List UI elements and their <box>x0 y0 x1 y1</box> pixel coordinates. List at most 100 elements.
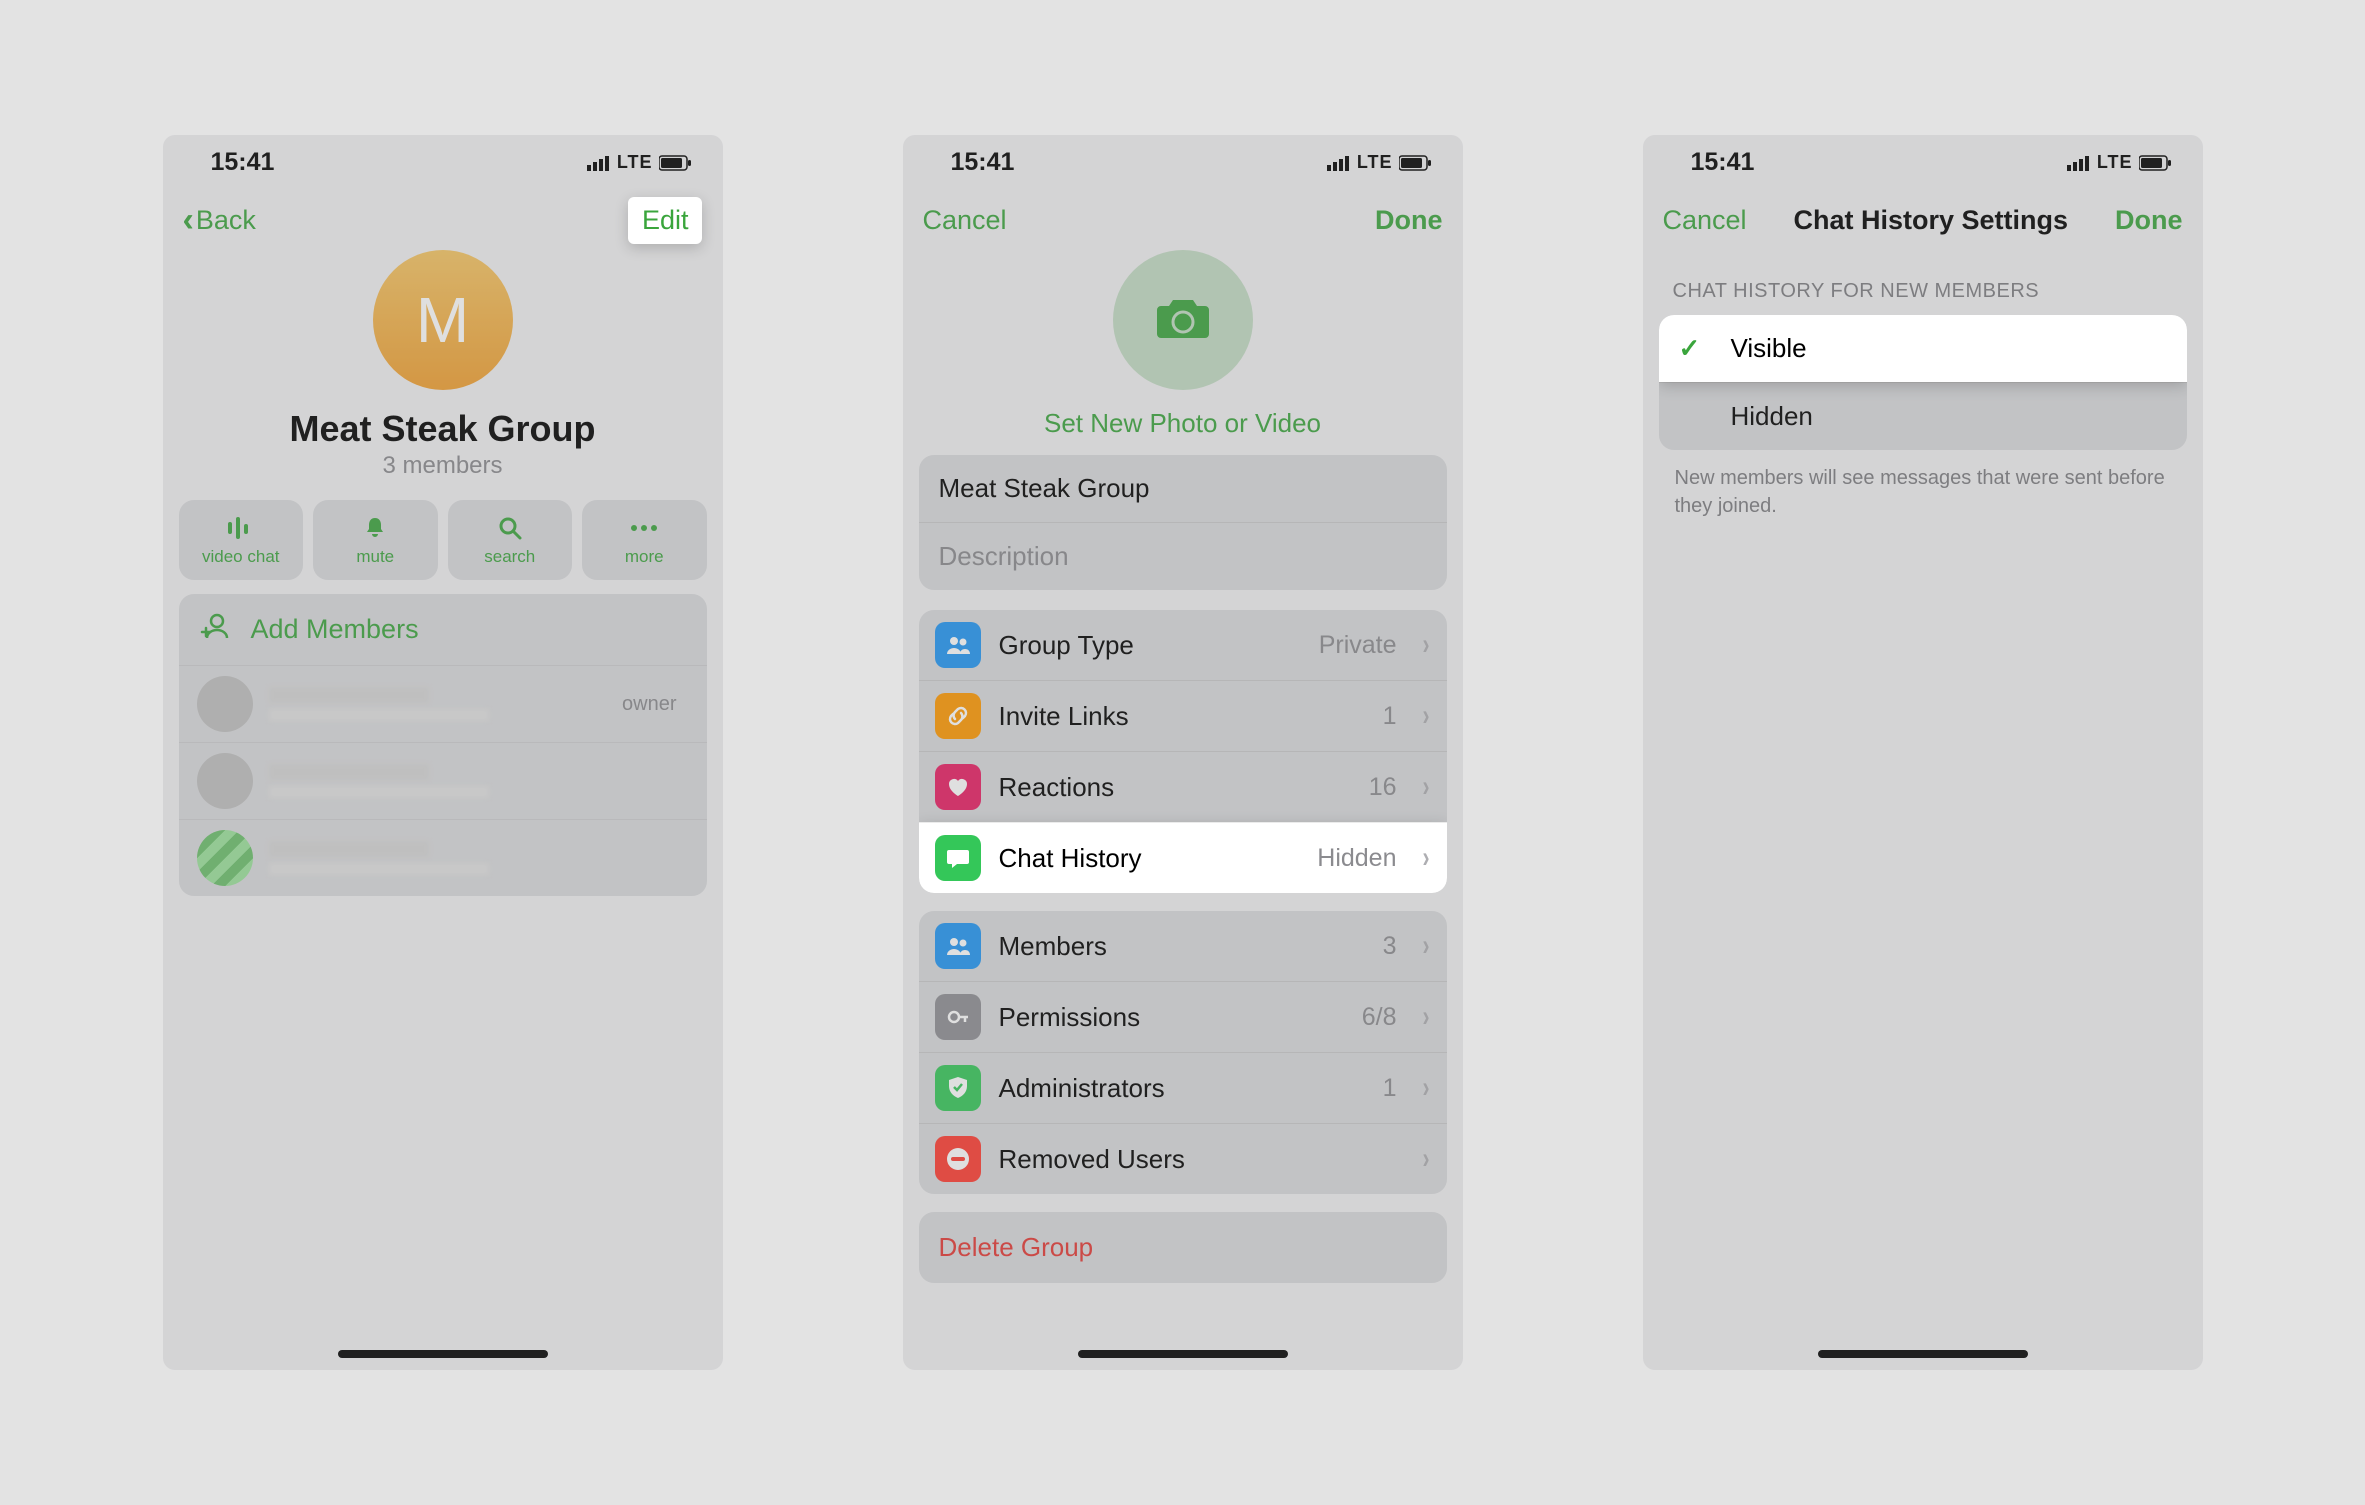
chevron-right-icon: › <box>1422 929 1429 963</box>
row-label: Removed Users <box>999 1144 1379 1175</box>
heart-icon <box>935 764 981 810</box>
member-avatar <box>197 830 253 886</box>
screen-group-edit: 15:41 LTE Cancel Done Set New Photo or V… <box>903 135 1463 1370</box>
action-label: video chat <box>202 547 280 567</box>
home-indicator[interactable] <box>1818 1350 2028 1358</box>
settings-row-invite-links[interactable]: Invite Links1› <box>919 680 1447 751</box>
owner-tag: owner <box>622 693 676 716</box>
set-photo-link[interactable]: Set New Photo or Video <box>903 408 1463 439</box>
status-time: 15:41 <box>211 148 275 177</box>
cellular-signal-icon <box>2067 155 2091 171</box>
back-button[interactable]: ‹ Back <box>183 203 256 237</box>
home-indicator[interactable] <box>338 1350 548 1358</box>
back-label: Back <box>196 205 256 236</box>
row-label: Invite Links <box>999 701 1365 732</box>
battery-icon <box>2139 155 2173 171</box>
nav-bar: Cancel Done <box>903 190 1463 250</box>
cancel-button[interactable]: Cancel <box>923 205 1007 236</box>
link-icon <box>935 693 981 739</box>
home-indicator[interactable] <box>1078 1350 1288 1358</box>
action-search[interactable]: search <box>448 500 573 580</box>
member-row[interactable] <box>179 819 707 896</box>
action-video-chat[interactable]: video chat <box>179 500 304 580</box>
status-bar: 15:41 LTE <box>163 135 723 190</box>
action-more[interactable]: more <box>582 500 707 580</box>
edit-label: Edit <box>642 205 689 235</box>
settings-list-b: Members3›Permissions6/8›Administrators1›… <box>919 911 1447 1194</box>
settings-row-administrators[interactable]: Administrators1› <box>919 1052 1447 1123</box>
done-button[interactable]: Done <box>1375 205 1443 236</box>
member-text <box>269 764 689 798</box>
chevron-right-icon: › <box>1422 1071 1429 1105</box>
screen-chat-history-settings: 15:41 LTE Cancel Chat History Settings D… <box>1643 135 2203 1370</box>
nav-bar: ‹ Back Edit <box>163 190 723 250</box>
option-label: Visible <box>1731 333 1807 364</box>
history-option-list: ✓ Visible Hidden <box>1659 315 2187 450</box>
people-icon <box>935 923 981 969</box>
member-avatar <box>197 676 253 732</box>
network-label: LTE <box>1357 152 1393 173</box>
set-photo-avatar[interactable] <box>1113 250 1253 390</box>
check-icon: ✓ <box>1679 333 1707 364</box>
network-label: LTE <box>617 152 653 173</box>
status-indicators: LTE <box>587 152 693 173</box>
action-label: more <box>625 547 664 567</box>
people-icon <box>935 622 981 668</box>
settings-row-permissions[interactable]: Permissions6/8› <box>919 981 1447 1052</box>
done-label: Done <box>1375 205 1443 236</box>
status-indicators: LTE <box>1327 152 1433 173</box>
cancel-label: Cancel <box>923 205 1007 236</box>
action-row: video chat mute search more <box>163 480 723 594</box>
row-value: 1 <box>1383 1074 1397 1103</box>
chevron-right-icon: › <box>1422 1142 1429 1176</box>
section-footnote: New members will see messages that were … <box>1643 450 2203 534</box>
page-title: Chat History Settings <box>1794 205 2069 236</box>
add-members-button[interactable]: Add Members <box>179 594 707 665</box>
description-input[interactable]: Description <box>919 523 1447 590</box>
edit-button[interactable]: Edit <box>628 197 703 244</box>
cellular-signal-icon <box>1327 155 1351 171</box>
status-bar: 15:41 LTE <box>1643 135 2203 190</box>
delete-group-button[interactable]: Delete Group <box>919 1212 1447 1283</box>
member-avatar <box>197 753 253 809</box>
settings-row-members[interactable]: Members3› <box>919 911 1447 981</box>
voice-bars-icon <box>226 513 256 543</box>
settings-row-chat-history[interactable]: Chat HistoryHidden› <box>919 822 1447 893</box>
action-label: mute <box>356 547 394 567</box>
minus-icon <box>935 1136 981 1182</box>
group-title: Meat Steak Group <box>163 408 723 450</box>
row-label: Group Type <box>999 630 1301 661</box>
done-label: Done <box>2115 205 2183 236</box>
camera-icon <box>1151 292 1215 349</box>
option-visible[interactable]: ✓ Visible <box>1659 315 2187 382</box>
done-button[interactable]: Done <box>2115 205 2183 236</box>
battery-icon <box>659 155 693 171</box>
action-label: search <box>484 547 535 567</box>
network-label: LTE <box>2097 152 2133 173</box>
member-row[interactable]: owner <box>179 665 707 742</box>
members-card: Add Members owner <box>179 594 707 896</box>
cancel-button[interactable]: Cancel <box>1663 205 1747 236</box>
member-text <box>269 687 607 721</box>
status-time: 15:41 <box>1691 148 1755 177</box>
delete-label: Delete Group <box>939 1232 1094 1262</box>
member-row[interactable] <box>179 742 707 819</box>
group-name-input[interactable]: Meat Steak Group <box>919 455 1447 523</box>
chevron-left-icon: ‹ <box>183 203 194 237</box>
search-icon <box>497 513 523 543</box>
settings-row-group-type[interactable]: Group TypePrivate› <box>919 610 1447 680</box>
option-hidden[interactable]: Hidden <box>1659 382 2187 450</box>
chevron-right-icon: › <box>1422 699 1429 733</box>
screen-group-info: 15:41 LTE ‹ Back Edit M Meat Steak Group… <box>163 135 723 1370</box>
key-icon <box>935 994 981 1040</box>
group-avatar[interactable]: M <box>373 250 513 390</box>
row-label: Reactions <box>999 772 1351 803</box>
row-label: Members <box>999 931 1365 962</box>
group-subtitle: 3 members <box>163 452 723 480</box>
chevron-right-icon: › <box>1422 770 1429 804</box>
add-user-icon <box>199 610 231 649</box>
settings-row-reactions[interactable]: Reactions16› <box>919 751 1447 822</box>
action-mute[interactable]: mute <box>313 500 438 580</box>
bubble-icon <box>935 835 981 881</box>
settings-row-removed-users[interactable]: Removed Users › <box>919 1123 1447 1194</box>
